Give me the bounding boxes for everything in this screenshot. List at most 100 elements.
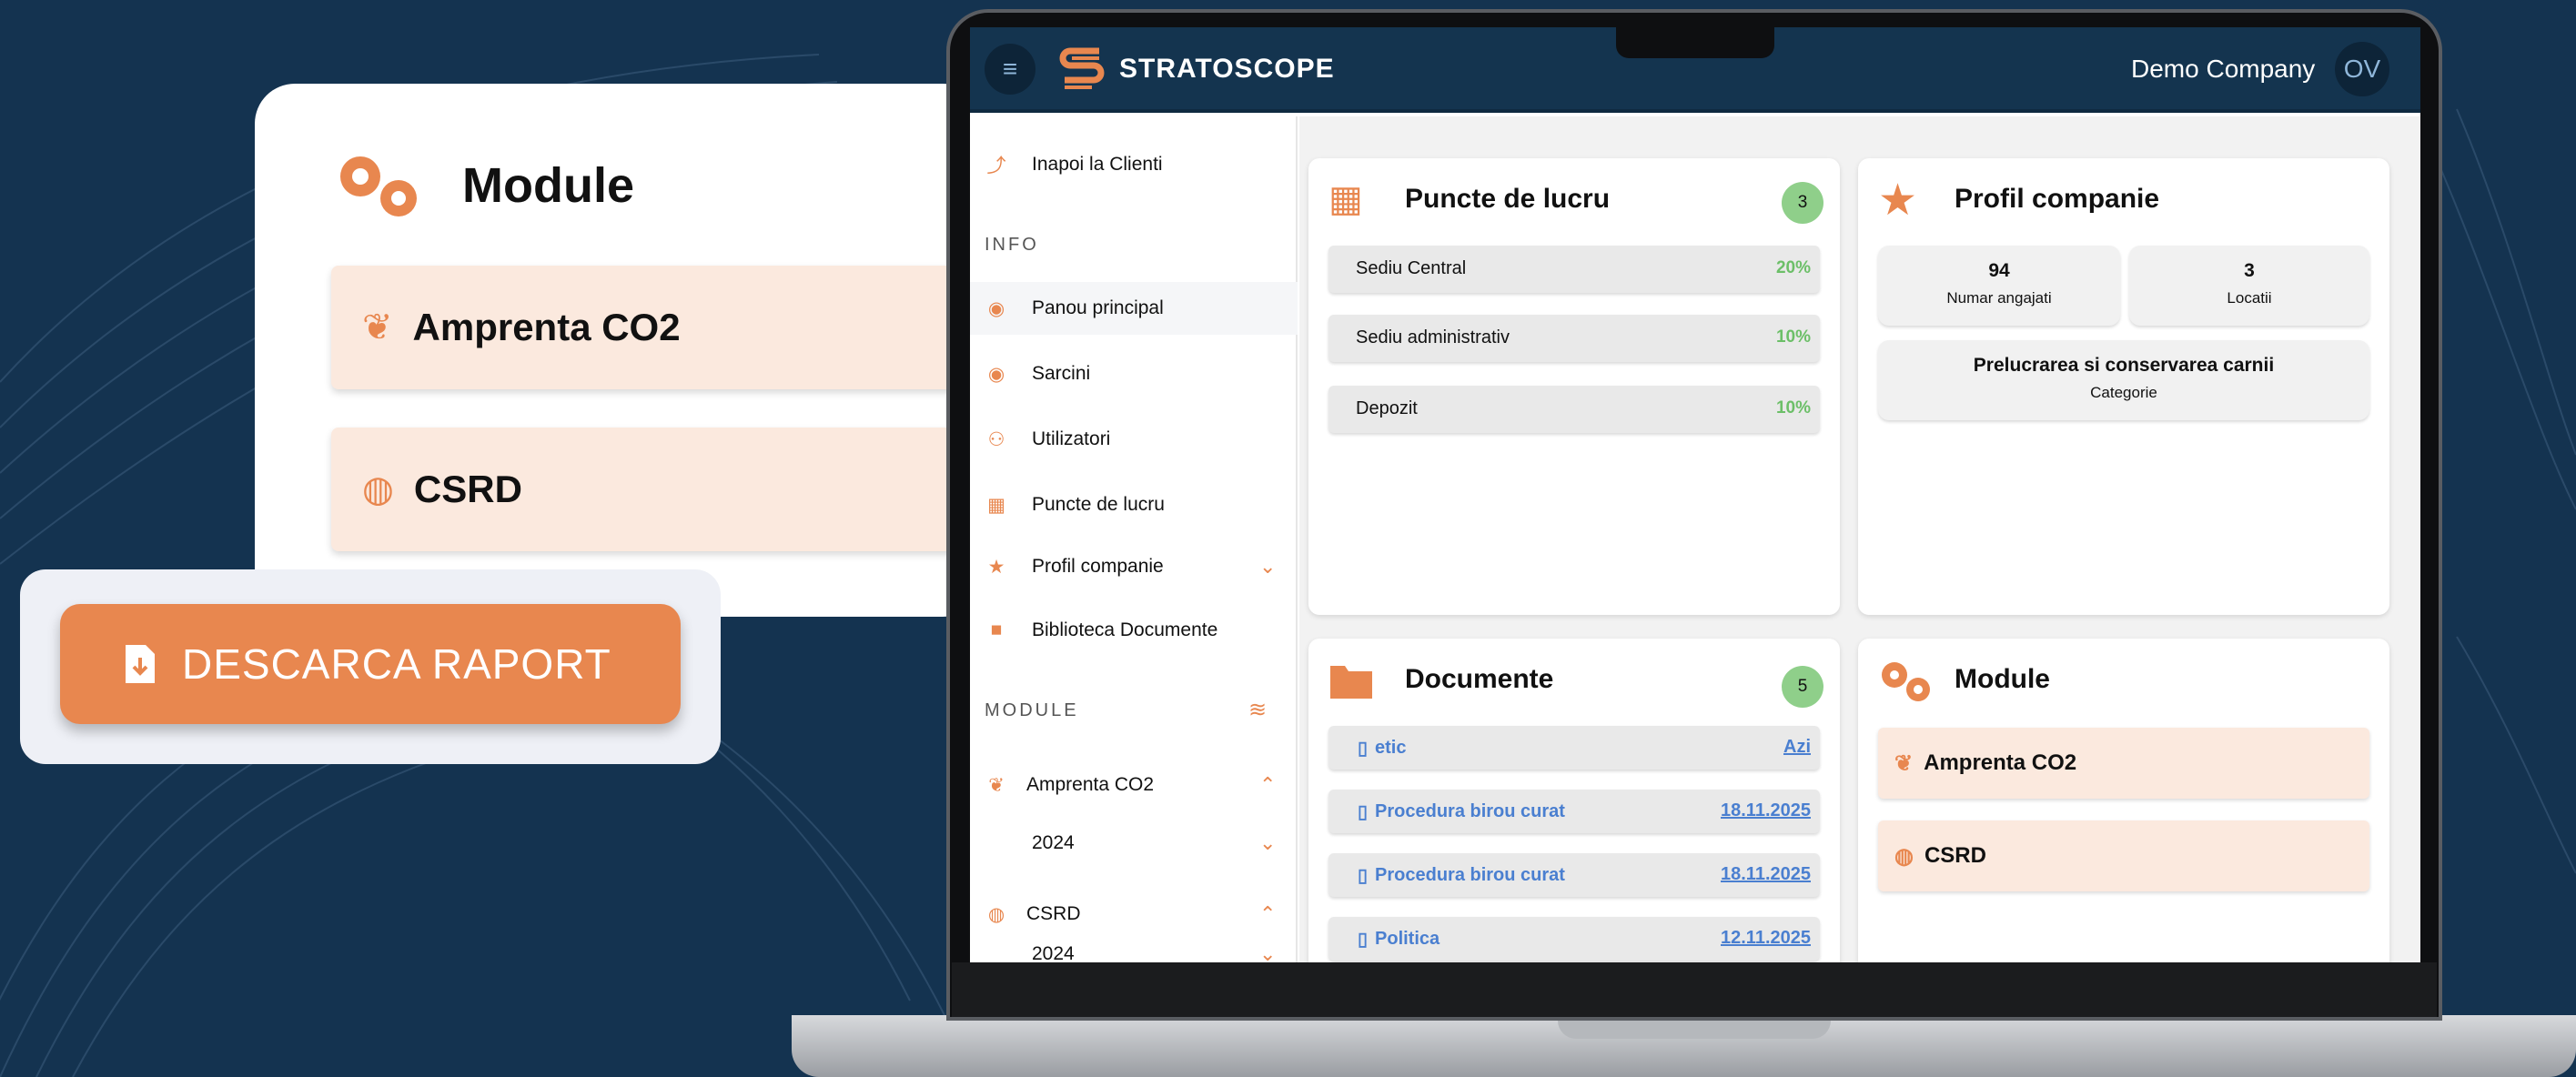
location-percent: 20% xyxy=(1775,258,1811,277)
sidebar-module-co2-year[interactable]: 2024 ⌄ xyxy=(970,817,1298,870)
tasks-icon: ◉ xyxy=(987,363,1005,385)
leaf-icon: ❦ xyxy=(1894,750,1914,776)
star-icon: ★ xyxy=(1878,176,1918,225)
users-icon: ⚇ xyxy=(987,428,1005,450)
layers-icon[interactable]: ≋ xyxy=(1248,697,1267,723)
stat-label: Categorie xyxy=(2090,384,2157,401)
document-date[interactable]: Azi xyxy=(1783,737,1811,758)
sidebar-item-label: Utilizatori xyxy=(1032,428,1111,449)
document-name: ▯ Procedura birou curat xyxy=(1358,800,1565,823)
building-icon: ▦ xyxy=(987,494,1005,516)
section-module-title: MODULE xyxy=(985,700,1079,720)
globe-icon: ◍ xyxy=(1894,843,1914,869)
download-report-button[interactable]: DESCARCA RAPORT xyxy=(60,604,681,724)
gears-icon xyxy=(340,156,417,216)
sidebar-item-label: Inapoi la Clienti xyxy=(1032,154,1163,175)
document-name: ▯ Procedura birou curat xyxy=(1358,864,1565,887)
dashboard-icon: ◉ xyxy=(987,297,1005,319)
card-module: Module ❦ Amprenta CO2 ◍ CSRD xyxy=(1858,639,2389,962)
sidebar: ⤴ Inapoi la Clienti INFO ◉ Panou princip… xyxy=(970,116,1298,962)
chevron-up-icon[interactable]: ⌃ xyxy=(1259,773,1276,797)
location-percent: 10% xyxy=(1775,327,1811,347)
module-row-co2[interactable]: ❦ Amprenta CO2 xyxy=(1878,728,2369,799)
sidebar-module-csrd-year[interactable]: 2024 ⌄ xyxy=(970,942,1298,962)
file-download-icon xyxy=(126,645,155,683)
location-name: Sediu administrativ xyxy=(1356,327,1510,347)
document-title[interactable]: Politica xyxy=(1375,929,1440,950)
chevron-down-icon[interactable]: ⌄ xyxy=(1259,831,1276,855)
folder-icon xyxy=(1330,666,1372,699)
sidebar-item-label: Biblioteca Documente xyxy=(1032,619,1218,640)
avatar[interactable]: OV xyxy=(2335,42,2389,96)
sidebar-item-label: 2024 xyxy=(1032,832,1075,853)
module-row-csrd[interactable]: ◍ CSRD xyxy=(1878,820,2369,891)
brand-name: STRATOSCOPE xyxy=(1119,54,1335,84)
leaf-icon: ❦ xyxy=(988,774,1005,796)
location-row[interactable]: Depozit 10% xyxy=(1328,386,1820,433)
location-row[interactable]: Sediu administrativ 10% xyxy=(1328,315,1820,362)
sidebar-item-label: Profil companie xyxy=(1032,556,1164,577)
document-row[interactable]: ▯ etic Azi xyxy=(1328,726,1820,770)
document-title[interactable]: Procedura birou curat xyxy=(1375,801,1565,822)
location-row[interactable]: Sediu Central 20% xyxy=(1328,246,1820,293)
document-title[interactable]: etic xyxy=(1375,738,1406,759)
chevron-up-icon[interactable]: ⌃ xyxy=(1259,902,1276,926)
sidebar-item-label: CSRD xyxy=(1026,903,1081,924)
camera-notch xyxy=(1616,27,1774,58)
stat-value: 3 xyxy=(2244,260,2255,281)
sidebar-item-users[interactable]: ⚇ Utilizatori xyxy=(970,413,1298,466)
document-row[interactable]: ▯ Procedura birou curat 18.11.2025 xyxy=(1328,853,1820,897)
chevron-down-icon[interactable]: ⌄ xyxy=(1259,942,1276,962)
sidebar-module-csrd[interactable]: ◍ CSRD ⌃ xyxy=(970,888,1298,941)
stat-label: Locatii xyxy=(2227,289,2272,307)
module-card-header: Module xyxy=(331,147,634,224)
file-icon: ▯ xyxy=(1358,802,1369,822)
chevron-down-icon[interactable]: ⌄ xyxy=(1259,555,1276,579)
document-date[interactable]: 18.11.2025 xyxy=(1721,864,1811,885)
download-panel: DESCARCA RAPORT xyxy=(20,569,721,764)
card-documente: Documente 5 ▯ etic Azi ▯ Procedura birou cu… xyxy=(1308,639,1840,962)
sidebar-item-label: Amprenta CO2 xyxy=(1026,774,1155,795)
globe-icon: ◍ xyxy=(987,903,1005,925)
sidebar-module-co2[interactable]: ❦ Amprenta CO2 ⌃ xyxy=(970,759,1298,811)
module-label: CSRD xyxy=(1924,843,1986,868)
module-item-co2[interactable]: ❦ Amprenta CO2 xyxy=(331,266,983,389)
document-title[interactable]: Procedura birou curat xyxy=(1375,865,1565,886)
stat-category: Prelucrarea si conservarea carnii Categor… xyxy=(1878,340,2369,420)
sidebar-item-dashboard[interactable]: ◉ Panou principal xyxy=(970,282,1298,335)
sidebar-item-label: Puncte de lucru xyxy=(1032,494,1165,515)
module-card-overlay: Module ❦ Amprenta CO2 ◍ CSRD xyxy=(255,84,983,617)
section-info-title: INFO xyxy=(985,235,1039,255)
sidebar-item-company-profile[interactable]: ★ Profil companie ⌄ xyxy=(970,540,1298,593)
card-title: Profil companie xyxy=(1955,184,2160,214)
file-icon: ▯ xyxy=(1358,739,1369,759)
company-name[interactable]: Demo Company xyxy=(2131,55,2315,84)
download-report-label: DESCARCA RAPORT xyxy=(182,640,611,688)
brand-logo[interactable]: STRATOSCOPE xyxy=(1057,42,1335,96)
card-profil-companie: ★ Profil companie 94 Numar angajati 3 Loca… xyxy=(1858,158,2389,615)
globe-icon: ◍ xyxy=(362,469,394,509)
card-title: Documente xyxy=(1405,664,1554,694)
location-name: Sediu Central xyxy=(1356,258,1467,278)
file-icon: ▯ xyxy=(1358,930,1369,950)
document-row[interactable]: ▯ Procedura birou curat 18.11.2025 xyxy=(1328,790,1820,833)
menu-button[interactable]: ≡ xyxy=(985,44,1035,95)
star-icon: ★ xyxy=(987,556,1005,578)
sidebar-item-documents[interactable]: ■ Biblioteca Documente xyxy=(970,604,1298,657)
document-date[interactable]: 18.11.2025 xyxy=(1721,800,1811,821)
sidebar-item-locations[interactable]: ▦ Puncte de lucru xyxy=(970,478,1298,531)
main-content: ▦ Puncte de lucru 3 Sediu Central 20% Sed… xyxy=(1299,116,2420,962)
sidebar-item-back[interactable]: ⤴ Inapoi la Clienti xyxy=(970,138,1298,191)
document-row[interactable]: ▯ Politica 12.11.2025 xyxy=(1328,917,1820,961)
gears-icon xyxy=(1882,662,1930,701)
sidebar-item-tasks[interactable]: ◉ Sarcini xyxy=(970,347,1298,400)
folder-icon: ■ xyxy=(990,619,1003,640)
laptop-chin xyxy=(952,962,2437,1017)
card-title: Module xyxy=(1955,664,2050,694)
card-title: Puncte de lucru xyxy=(1405,184,1611,214)
stat-value: 94 xyxy=(1988,260,2010,281)
location-name: Depozit xyxy=(1356,398,1418,418)
document-date[interactable]: 12.11.2025 xyxy=(1721,928,1811,949)
avatar-initials: OV xyxy=(2343,55,2381,83)
module-item-csrd[interactable]: ◍ CSRD xyxy=(331,428,983,551)
